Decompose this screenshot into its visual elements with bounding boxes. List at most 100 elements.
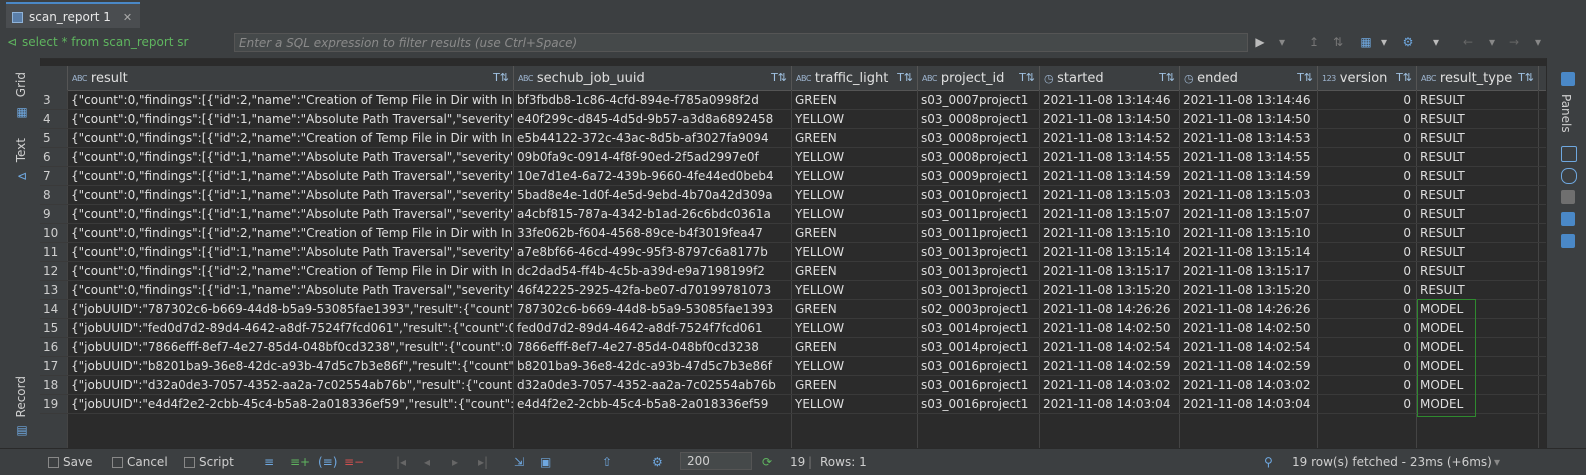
table-row[interactable]: 9 {"count":0,"findings":[{"id":1,"name":"… <box>40 205 1546 224</box>
cell-result-type[interactable]: RESULT <box>1417 243 1539 261</box>
cell-result[interactable]: {"count":0,"findings":[{"id":1,"name":"A… <box>68 281 514 299</box>
table-row[interactable]: 15 {"jobUUID":"fed0d7d2-89d4-4642-a8df-75… <box>40 319 1546 338</box>
cell-version[interactable]: 0 <box>1318 205 1417 223</box>
filter-settings-icon[interactable]: ▦ <box>1358 34 1374 50</box>
filter-sort-icon[interactable]: T⇅ <box>1019 71 1035 84</box>
filter-sort-icon[interactable]: T⇅ <box>1396 71 1412 84</box>
refresh-icon[interactable]: ⟳ <box>762 455 772 469</box>
record-view-tab[interactable]: Record <box>14 376 28 417</box>
table-row[interactable]: 18 {"jobUUID":"d32a0de3-7057-4352-aa2a-7c… <box>40 376 1546 395</box>
table-row[interactable]: 7 {"count":0,"findings":[{"id":1,"name":"… <box>40 167 1546 186</box>
script-button[interactable]: Script <box>184 455 234 469</box>
cell-result-type[interactable]: RESULT <box>1417 167 1539 185</box>
cell-version[interactable]: 0 <box>1318 148 1417 166</box>
cell-version[interactable]: 0 <box>1318 167 1417 185</box>
back-icon[interactable]: ← <box>1460 34 1476 50</box>
cell-started[interactable]: 2021-11-08 14:02:59 <box>1040 357 1180 375</box>
cell-ended[interactable]: 2021-11-08 14:26:26 <box>1180 300 1318 318</box>
cell-started[interactable]: 2021-11-08 13:14:46 <box>1040 91 1180 109</box>
cell-result[interactable]: {"count":0,"findings":[{"id":2,"name":"C… <box>68 91 514 109</box>
cell-version[interactable]: 0 <box>1318 376 1417 394</box>
forward-chevron-icon[interactable]: ▾ <box>1530 34 1546 50</box>
cell-ended[interactable]: 2021-11-08 14:02:50 <box>1180 319 1318 337</box>
references-icon[interactable] <box>1561 234 1575 248</box>
filter-sort-icon[interactable]: T⇅ <box>493 71 509 84</box>
edit-row-icon[interactable]: ≡ <box>264 455 274 469</box>
cell-ended[interactable]: 2021-11-08 14:03:04 <box>1180 395 1318 413</box>
cell-project-id[interactable]: s03_0016project1 <box>918 376 1040 394</box>
cell-ended[interactable]: 2021-11-08 13:14:55 <box>1180 148 1318 166</box>
cell-result[interactable]: {"count":0,"findings":[{"id":1,"name":"A… <box>68 186 514 204</box>
cell-result-type[interactable]: RESULT <box>1417 186 1539 204</box>
cell-sechub-job-uuid[interactable]: e5b44122-372c-43ac-8d5b-af3027fa9094 <box>514 129 792 147</box>
cell-result[interactable]: {"jobUUID":"e4d4f2e2-2cbb-45c4-b5a8-2a01… <box>68 395 514 413</box>
cell-result-type[interactable]: RESULT <box>1417 262 1539 280</box>
cell-result[interactable]: {"count":0,"findings":[{"id":1,"name":"A… <box>68 205 514 223</box>
cell-result[interactable]: {"count":0,"findings":[{"id":2,"name":"C… <box>68 262 514 280</box>
table-row[interactable]: 4 {"count":0,"findings":[{"id":1,"name":"… <box>40 110 1546 129</box>
cell-project-id[interactable]: s03_0011project1 <box>918 224 1040 242</box>
cell-started[interactable]: 2021-11-08 14:03:02 <box>1040 376 1180 394</box>
table-row[interactable]: 14 {"jobUUID":"787302c6-b669-44d8-b5a9-53… <box>40 300 1546 319</box>
cell-traffic-light[interactable]: GREEN <box>792 376 918 394</box>
cell-sechub-job-uuid[interactable]: fed0d7d2-89d4-4642-a8df-7524f7fcd061 <box>514 319 792 337</box>
cell-ended[interactable]: 2021-11-08 13:15:20 <box>1180 281 1318 299</box>
settings-gear-icon[interactable]: ⚙ <box>652 455 663 469</box>
cell-result-type[interactable]: MODEL <box>1417 395 1539 413</box>
cell-ended[interactable]: 2021-11-08 13:14:59 <box>1180 167 1318 185</box>
back-chevron-icon[interactable]: ▾ <box>1484 34 1500 50</box>
cell-traffic-light[interactable]: GREEN <box>792 338 918 356</box>
export-icon[interactable]: ⇧ <box>602 455 612 469</box>
cell-version[interactable]: 0 <box>1318 338 1417 356</box>
cell-sechub-job-uuid[interactable]: 7866efff-8ef7-4e27-85d4-048bf0cd3238 <box>514 338 792 356</box>
status-chevron-icon[interactable]: ▾ <box>1494 455 1500 469</box>
cell-result-type[interactable]: MODEL <box>1417 300 1539 318</box>
cell-project-id[interactable]: s03_0013project1 <box>918 243 1040 261</box>
tab-scan-report[interactable]: scan_report 1 ✕ <box>6 2 141 30</box>
cell-result[interactable]: {"count":0,"findings":[{"id":1,"name":"A… <box>68 167 514 185</box>
fetch-size-input[interactable]: 200 <box>680 452 752 470</box>
cell-started[interactable]: 2021-11-08 13:15:17 <box>1040 262 1180 280</box>
filter-settings-chevron-icon[interactable]: ▾ <box>1376 34 1392 50</box>
cell-sechub-job-uuid[interactable]: 33fe062b-f604-4568-89ce-b4f3019fea47 <box>514 224 792 242</box>
cell-traffic-light[interactable]: GREEN <box>792 129 918 147</box>
cell-version[interactable]: 0 <box>1318 357 1417 375</box>
table-row[interactable]: 11 {"count":0,"findings":[{"id":1,"name":… <box>40 243 1546 262</box>
cell-started[interactable]: 2021-11-08 13:14:55 <box>1040 148 1180 166</box>
grouping-icon[interactable] <box>1561 190 1575 204</box>
cell-traffic-light[interactable]: GREEN <box>792 224 918 242</box>
filter-sort-icon[interactable]: T⇅ <box>771 71 787 84</box>
delete-row-icon[interactable]: ≡− <box>344 455 364 469</box>
column-header-project-id[interactable]: ABC project_id T⇅ <box>918 66 1040 90</box>
table-row[interactable]: 10 {"count":0,"findings":[{"id":2,"name":… <box>40 224 1546 243</box>
cell-version[interactable]: 0 <box>1318 129 1417 147</box>
cell-sechub-job-uuid[interactable]: 787302c6-b669-44d8-b5a9-53085fae1393 <box>514 300 792 318</box>
cell-started[interactable]: 2021-11-08 13:14:50 <box>1040 110 1180 128</box>
cell-result[interactable]: {"count":0,"findings":[{"id":2,"name":"C… <box>68 129 514 147</box>
cell-version[interactable]: 0 <box>1318 110 1417 128</box>
panels-icon[interactable] <box>1561 72 1575 86</box>
sort-down-icon[interactable]: ⇅ <box>1330 34 1346 50</box>
cell-started[interactable]: 2021-11-08 13:14:59 <box>1040 167 1180 185</box>
filter-sort-icon[interactable]: T⇅ <box>897 71 913 84</box>
column-header-result-type[interactable]: ABC result_type T⇅ <box>1417 66 1539 90</box>
cell-result[interactable]: {"count":0,"findings":[{"id":1,"name":"A… <box>68 243 514 261</box>
cell-result[interactable]: {"count":0,"findings":[{"id":1,"name":"A… <box>68 148 514 166</box>
cell-ended[interactable]: 2021-11-08 13:15:14 <box>1180 243 1318 261</box>
first-page-icon[interactable]: |◂ <box>396 455 406 469</box>
cell-traffic-light[interactable]: YELLOW <box>792 148 918 166</box>
cell-result-type[interactable]: RESULT <box>1417 91 1539 109</box>
cell-traffic-light[interactable]: YELLOW <box>792 186 918 204</box>
table-row[interactable]: 19 {"jobUUID":"e4d4f2e2-2cbb-45c4-b5a8-2a… <box>40 395 1546 414</box>
cell-version[interactable]: 0 <box>1318 319 1417 337</box>
table-row[interactable]: 3 {"count":0,"findings":[{"id":2,"name":"… <box>40 91 1546 110</box>
cell-result[interactable]: {"count":0,"findings":[{"id":1,"name":"A… <box>68 110 514 128</box>
cell-version[interactable]: 0 <box>1318 262 1417 280</box>
cell-traffic-light[interactable]: YELLOW <box>792 110 918 128</box>
apply-filter-icon[interactable]: ▶ <box>1252 34 1268 50</box>
cell-project-id[interactable]: s03_0007project1 <box>918 91 1040 109</box>
cell-version[interactable]: 0 <box>1318 300 1417 318</box>
cell-result-type[interactable]: MODEL <box>1417 357 1539 375</box>
cell-traffic-light[interactable]: YELLOW <box>792 357 918 375</box>
cell-result[interactable]: {"count":0,"findings":[{"id":2,"name":"C… <box>68 224 514 242</box>
